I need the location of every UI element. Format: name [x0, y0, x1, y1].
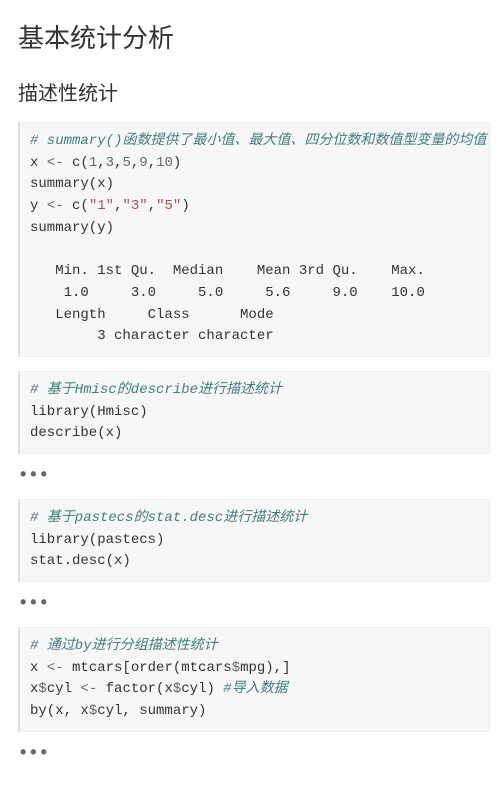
comment-line: # summary()函数提供了最小值、最大值、四分位数和数值型变量的均值: [30, 133, 486, 149]
ellipsis-icon: •••: [20, 592, 490, 613]
comment-line: # 基于Hmisc的describe进行描述统计: [30, 382, 282, 398]
code-block-3: # 基于pastecs的stat.desc进行描述统计 library(past…: [18, 499, 490, 582]
ellipsis-icon: •••: [20, 742, 490, 763]
section-heading: 描述性统计: [18, 77, 490, 106]
code-block-1: # summary()函数提供了最小值、最大值、四分位数和数值型变量的均值 x …: [18, 122, 490, 357]
inline-comment: #导入数据: [223, 681, 287, 697]
comment-line: # 基于pastecs的stat.desc进行描述统计: [30, 510, 307, 526]
output-line: Min. 1st Qu. Median Mean 3rd Qu. Max. 1.…: [30, 263, 433, 344]
page-heading: 基本统计分析: [18, 18, 490, 55]
ellipsis-icon: •••: [20, 464, 490, 485]
code-block-4: # 通过by进行分组描述性统计 x <- mtcars[order(mtcars…: [18, 627, 490, 732]
code-block-2: # 基于Hmisc的describe进行描述统计 library(Hmisc) …: [18, 371, 490, 454]
comment-line: # 通过by进行分组描述性统计: [30, 638, 218, 654]
